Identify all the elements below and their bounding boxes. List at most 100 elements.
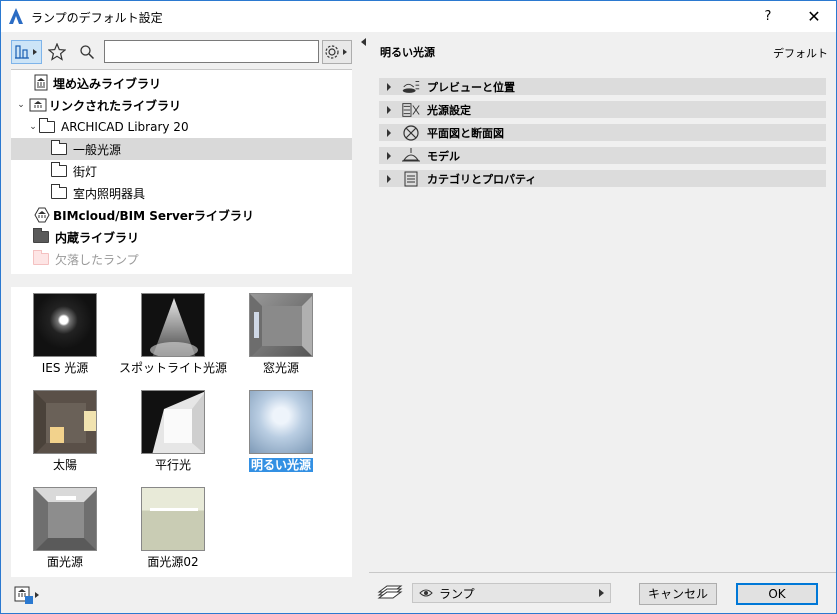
parallel-light-thumbnail <box>141 390 205 454</box>
folder-icon <box>51 162 67 177</box>
library-view-icon <box>14 45 37 59</box>
chevron-down-icon[interactable]: ⌄ <box>15 100 27 110</box>
layer-select-value: ランプ <box>439 586 475 601</box>
folder-icon <box>51 140 67 155</box>
tree-item-label: 埋め込みライブラリ <box>53 76 162 91</box>
archicad-logo-icon <box>9 8 23 24</box>
tree-item-indoor-lighting[interactable]: 室内照明器具 <box>11 182 352 204</box>
properties-icon <box>401 171 421 187</box>
title-bar: ランプのデフォルト設定 ? ✕ <box>1 1 836 32</box>
search-input[interactable] <box>104 40 319 63</box>
section-label: カテゴリとプロパティ <box>427 172 537 186</box>
object-label: IES 光源 <box>41 361 89 375</box>
help-button[interactable]: ? <box>753 1 783 32</box>
settings-pane: 明るい光源 デフォルト プレビューと位置 光源設定 平面図と断面図 モデル カテ… <box>369 32 836 613</box>
library-manager-button[interactable] <box>13 584 41 606</box>
bright-light-thumbnail <box>249 390 313 454</box>
object-tile-area-light-02[interactable]: 面光源02 <box>125 481 221 571</box>
library-tree: 埋め込みライブラリ ⌄ リンクされたライブラリ ⌄ ARCHICAD Libra… <box>11 69 352 274</box>
light-settings-icon <box>401 102 421 118</box>
favorites-button[interactable] <box>45 40 69 64</box>
spotlight-thumbnail <box>141 293 205 357</box>
folder-view-toggle-button[interactable] <box>11 40 42 64</box>
section-label: 平面図と断面図 <box>427 126 504 140</box>
section-label: モデル <box>427 149 460 163</box>
eye-icon <box>419 589 433 597</box>
tree-item-label: ARCHICAD Library 20 <box>61 120 189 134</box>
model-icon <box>401 147 421 164</box>
section-model[interactable]: モデル <box>379 147 826 164</box>
expand-arrow-icon <box>387 174 391 183</box>
object-thumbnail-grid: IES 光源 スポットライト光源 窓光源 太陽 平行光 明るい光源 面光源 面光… <box>11 287 352 577</box>
default-label: デフォルト <box>773 47 828 60</box>
object-label: 面光源02 <box>147 555 199 569</box>
tree-item-label: リンクされたライブラリ <box>49 98 182 113</box>
section-preview-position[interactable]: プレビューと位置 <box>379 78 826 95</box>
object-label: 平行光 <box>154 458 191 472</box>
area-light-02-thumbnail <box>141 487 205 551</box>
cancel-button[interactable]: キャンセル <box>639 583 717 605</box>
close-button[interactable]: ✕ <box>796 1 832 32</box>
window-title: ランプのデフォルト設定 <box>31 11 163 25</box>
tree-item-bimcloud-library[interactable]: BIMcloud/BIM Serverライブラリ <box>11 204 352 226</box>
expand-arrow-icon <box>387 151 391 160</box>
preview-icon <box>401 79 421 95</box>
star-icon <box>48 43 66 61</box>
object-label: 窓光源 <box>262 361 299 375</box>
object-label: 明るい光源 <box>248 458 313 472</box>
object-label: 面光源 <box>46 555 83 569</box>
dialog-window: ランプのデフォルト設定 ? ✕ 埋め込みライブラリ ⌄ リンクされたライブラリ … <box>0 0 837 614</box>
search-icon <box>80 45 95 60</box>
pane-splitter[interactable] <box>359 32 369 613</box>
chevron-down-icon[interactable]: ⌄ <box>27 122 39 132</box>
tree-item-archicad-library[interactable]: ⌄ ARCHICAD Library 20 <box>11 116 352 138</box>
dialog-footer: ランプ キャンセル OK <box>369 572 836 613</box>
section-label: プレビューと位置 <box>427 80 515 94</box>
folder-icon <box>51 184 67 199</box>
area-light-thumbnail <box>33 487 97 551</box>
object-tile-parallel-light[interactable]: 平行光 <box>125 384 221 474</box>
floorplan-icon <box>401 124 421 141</box>
tree-item-linked-library[interactable]: ⌄ リンクされたライブラリ <box>11 94 352 116</box>
tree-item-street-lights[interactable]: 街灯 <box>11 160 352 182</box>
expand-arrow-icon <box>387 105 391 114</box>
tree-item-embedded-library[interactable]: 埋め込みライブラリ <box>11 72 352 94</box>
object-tile-spotlight[interactable]: スポットライト光源 <box>119 287 227 377</box>
gear-icon <box>325 45 347 59</box>
tree-item-label: BIMcloud/BIM Serverライブラリ <box>53 208 254 223</box>
object-tile-window-light[interactable]: 窓光源 <box>233 287 329 377</box>
search-button[interactable] <box>75 40 99 64</box>
section-label: 光源設定 <box>427 103 471 117</box>
expand-arrow-icon <box>387 128 391 137</box>
tree-item-general-lights[interactable]: 一般光源 <box>11 138 352 160</box>
ies-light-thumbnail <box>33 293 97 357</box>
library-icon <box>34 74 48 91</box>
sun-thumbnail <box>33 390 97 454</box>
layers-icon <box>377 585 403 599</box>
tree-item-label: 欠落したランプ <box>55 252 139 267</box>
object-tile-sun[interactable]: 太陽 <box>17 384 113 474</box>
bimcloud-icon <box>34 207 50 223</box>
folder-missing-icon <box>33 250 49 265</box>
tree-item-label: 室内照明器具 <box>73 186 146 201</box>
selected-object-title: 明るい光源 <box>380 46 435 59</box>
library-browser-pane: 埋め込みライブラリ ⌄ リンクされたライブラリ ⌄ ARCHICAD Libra… <box>1 32 359 613</box>
tree-item-label: 街灯 <box>73 164 98 179</box>
object-tile-area-light[interactable]: 面光源 <box>17 481 113 571</box>
section-light-settings[interactable]: 光源設定 <box>379 101 826 118</box>
object-tile-bright-light[interactable]: 明るい光源 <box>233 384 329 474</box>
tree-item-label: 内蔵ライブラリ <box>55 230 140 245</box>
folder-icon <box>39 118 55 133</box>
layer-select[interactable]: ランプ <box>412 583 611 603</box>
tree-item-builtin-library[interactable]: 内蔵ライブラリ <box>11 226 352 248</box>
collapse-arrow-icon[interactable] <box>361 38 366 46</box>
tree-item-missing-lamps[interactable]: 欠落したランプ <box>11 248 352 270</box>
ok-button[interactable]: OK <box>736 583 818 605</box>
dropdown-arrow-icon <box>599 589 604 597</box>
object-label: 太陽 <box>52 458 77 472</box>
section-floorplan-section[interactable]: 平面図と断面図 <box>379 124 826 141</box>
object-tile-ies-light[interactable]: IES 光源 <box>17 287 113 377</box>
section-category-properties[interactable]: カテゴリとプロパティ <box>379 170 826 187</box>
expand-arrow-icon <box>387 82 391 91</box>
library-options-button[interactable] <box>322 40 352 64</box>
